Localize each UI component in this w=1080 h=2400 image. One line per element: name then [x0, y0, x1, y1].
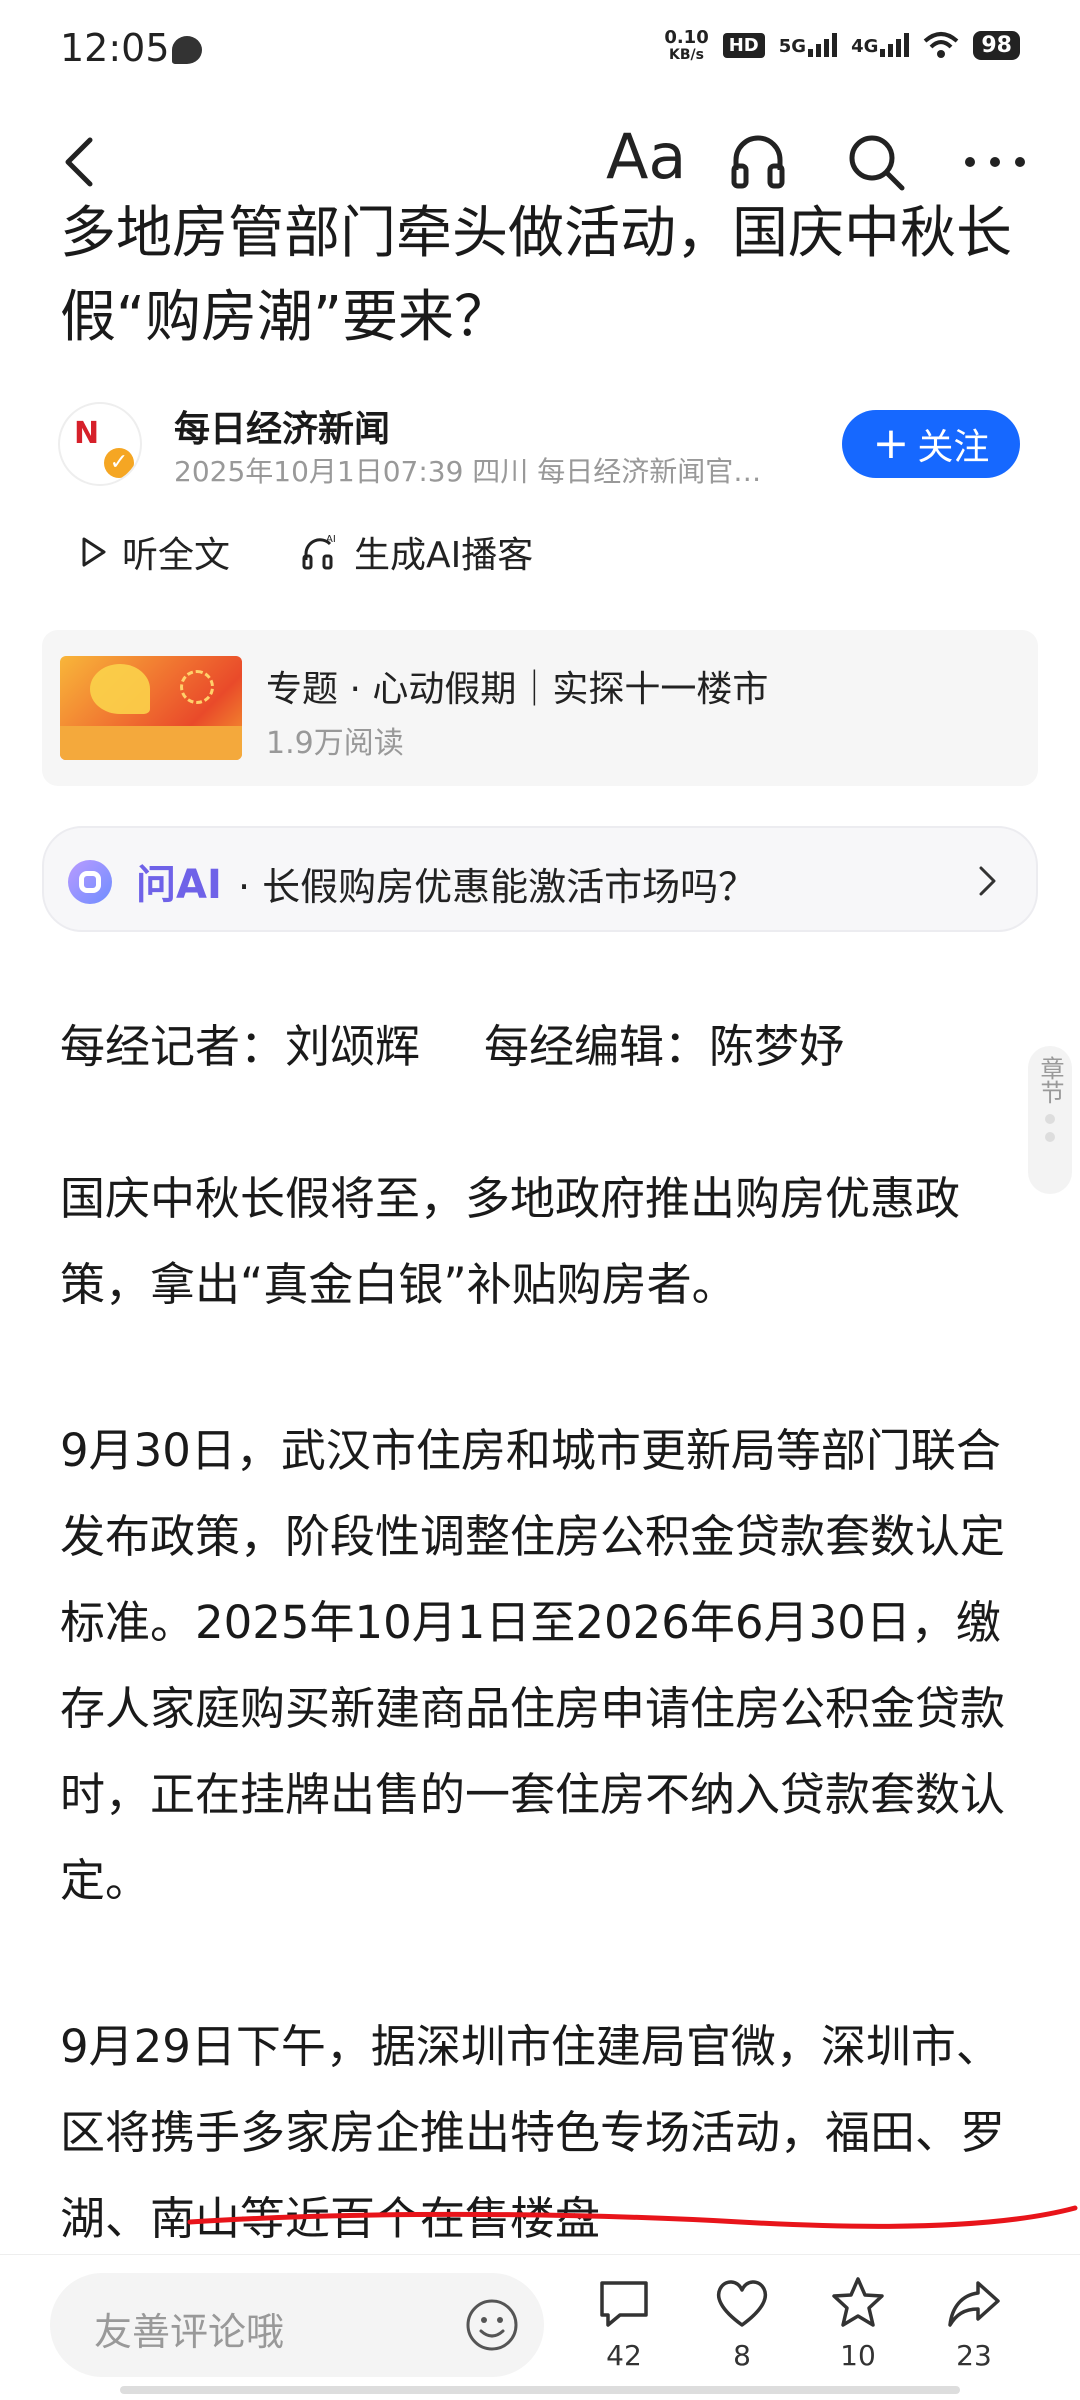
byline-editor: 每经编辑：陈梦妤: [484, 1020, 845, 1073]
topic-reads: 1.9万阅读: [266, 726, 404, 761]
heart-icon: [716, 2280, 768, 2327]
favorites-count: 10: [840, 2339, 876, 2372]
comment-input[interactable]: 友善评论哦: [50, 2273, 544, 2377]
ai-headphones-icon: AI: [302, 534, 336, 570]
signal-4g-icon: 4G: [851, 33, 910, 57]
red-underline-annotation: [187, 2205, 1078, 2229]
author-meta: 2025年10月1日07:39 四川 每日经济新闻官…: [174, 455, 762, 488]
likes-count: 8: [733, 2339, 751, 2372]
favorite-button[interactable]: 10: [818, 2273, 898, 2372]
gesture-bar[interactable]: [120, 2386, 960, 2394]
star-icon: [832, 2277, 884, 2327]
ask-ai-bar[interactable]: 问AI · 长假购房优惠能激活市场吗？: [42, 826, 1038, 932]
listen-full-button[interactable]: 听全文: [80, 526, 230, 578]
back-icon[interactable]: [52, 132, 112, 192]
author-name[interactable]: 每日经济新闻: [174, 400, 390, 452]
avatar[interactable]: N ✓: [58, 402, 142, 486]
hd-voice-icon: HD: [722, 32, 765, 58]
comments-button[interactable]: 42: [584, 2273, 664, 2372]
byline: 每经记者：刘颂辉 每经编辑：陈梦妤: [60, 1004, 1020, 1090]
bottom-bar: 友善评论哦 42 8 10 23: [0, 2254, 1080, 2400]
ai-logo-icon: [68, 860, 112, 904]
verified-badge-icon: ✓: [104, 448, 134, 478]
plus-icon: +: [872, 418, 910, 469]
ask-ai-brand: 问AI: [136, 862, 222, 908]
like-button[interactable]: 8: [702, 2273, 782, 2372]
comment-icon: [600, 2281, 648, 2327]
status-bar: 12:05 0.10 KB/s HD 5G 4G 98: [0, 0, 1080, 100]
paragraph: 9月30日，武汉市住房和城市更新局等部门联合发布政策，阶段性调整住房公积金贷款套…: [60, 1424, 1006, 1907]
headphones-icon[interactable]: [726, 130, 790, 194]
topic-label: 专题 · 心动假期｜实探十一楼市: [266, 669, 769, 710]
more-icon[interactable]: [960, 132, 1030, 192]
message-notification-icon: [172, 36, 202, 64]
article-title: 多地房管部门牵头做活动，国庆中秋长假“购房潮”要来？: [60, 201, 1012, 350]
search-icon[interactable]: [844, 130, 908, 194]
paragraph: 国庆中秋长假将至，多地政府推出购房优惠政策，拿出“真金白银”补贴购房者。: [60, 1172, 961, 1311]
comment-placeholder: 友善评论哦: [94, 2310, 285, 2354]
follow-button[interactable]: + 关注: [842, 410, 1020, 478]
font-size-button[interactable]: Aa: [606, 120, 686, 193]
chapter-tab[interactable]: 章节: [1028, 1046, 1072, 1194]
share-icon: [948, 2281, 1000, 2327]
status-time: 12:05: [60, 26, 170, 70]
play-icon: [82, 537, 106, 567]
ask-ai-question: · 长假购房优惠能激活市场吗？: [238, 865, 757, 909]
audio-actions: 听全文 AI 生成AI播客: [80, 522, 603, 582]
net-speed: 0.10 KB/s: [664, 27, 709, 63]
wifi-icon: [924, 32, 959, 58]
article-body: 每经记者：刘颂辉 每经编辑：陈梦妤 国庆中秋长假将至，多地政府推出购房优惠政策，拿…: [60, 1004, 1020, 2342]
shares-count: 23: [956, 2339, 992, 2372]
avatar-logo: N: [74, 416, 100, 451]
signal-5g-icon: 5G: [779, 33, 838, 57]
battery-icon: 98: [973, 30, 1020, 60]
chevron-right-icon: [979, 866, 996, 896]
svg-text:AI: AI: [326, 534, 336, 545]
ai-podcast-button[interactable]: AI 生成AI播客: [300, 526, 533, 578]
comments-count: 42: [606, 2339, 642, 2372]
emoji-icon[interactable]: [464, 2297, 520, 2353]
share-button[interactable]: 23: [934, 2273, 1014, 2372]
topic-thumbnail: [60, 656, 242, 760]
topic-card[interactable]: 专题 · 心动假期｜实探十一楼市 1.9万阅读: [42, 630, 1038, 786]
byline-reporter: 每经记者：刘颂辉: [60, 1020, 421, 1073]
status-indicators: 0.10 KB/s HD 5G 4G 98: [664, 28, 1020, 62]
